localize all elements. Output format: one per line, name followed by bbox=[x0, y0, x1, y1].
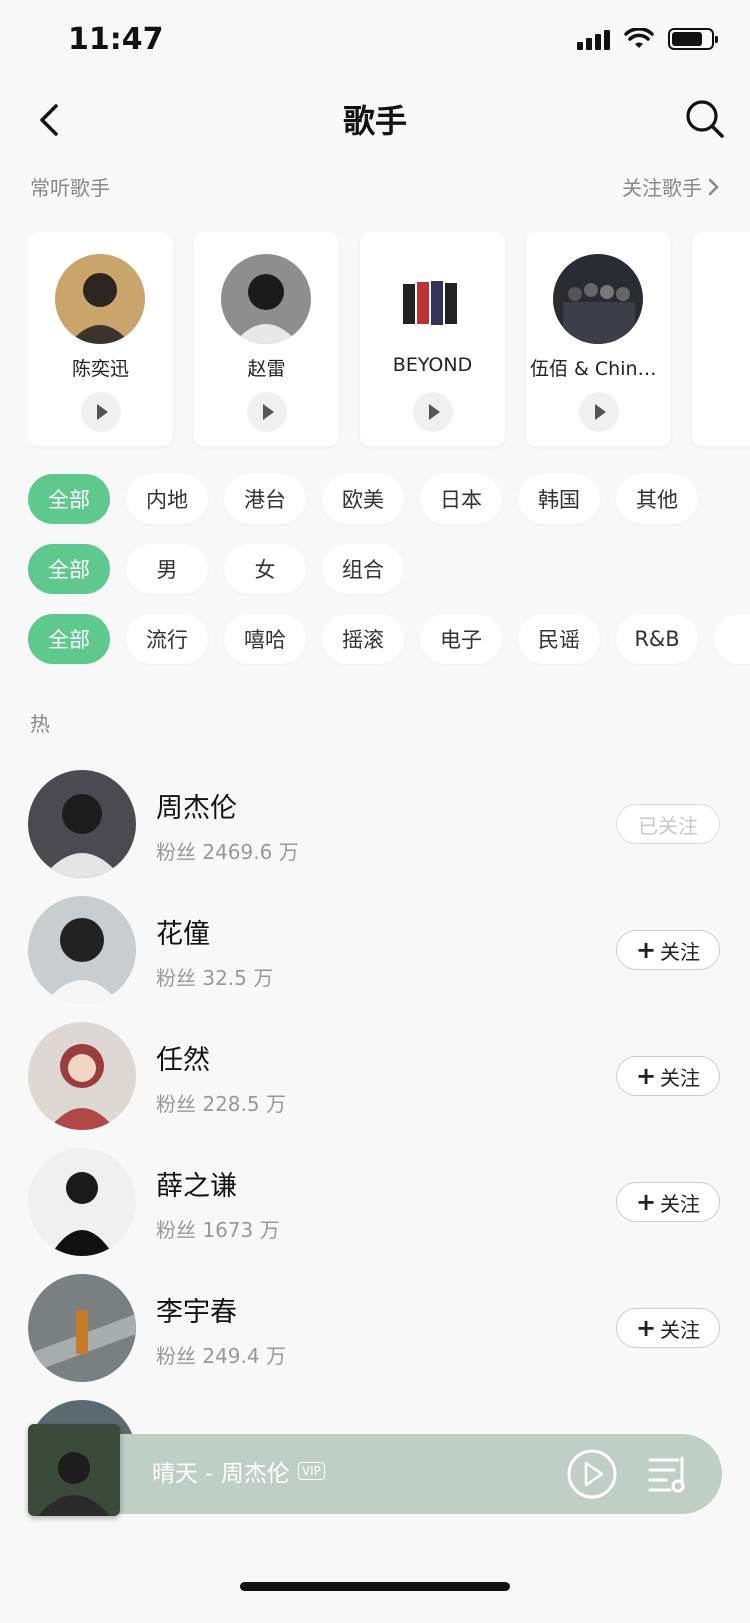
avatar bbox=[28, 770, 136, 878]
filter-chip[interactable]: 全部 bbox=[28, 544, 110, 594]
plus-icon: + bbox=[635, 936, 657, 964]
avatar bbox=[221, 254, 311, 344]
follow-button[interactable]: + 关注 bbox=[616, 1056, 720, 1096]
filter-chip[interactable]: 内地 bbox=[126, 474, 208, 524]
frequent-card[interactable]: 伍佰 & China... bbox=[526, 232, 671, 446]
filter-chip[interactable]: 嘻哈 bbox=[224, 614, 306, 664]
singer-name: 花僮 bbox=[156, 919, 210, 950]
singer-row[interactable]: 花僮 粉丝 32.5 万 + 关注 bbox=[0, 896, 750, 1004]
singer-fans: 粉丝 1673 万 bbox=[156, 1218, 280, 1242]
frequent-card[interactable]: BEYOND bbox=[360, 232, 505, 446]
frequent-header: 常听歌手 关注歌手 bbox=[30, 172, 720, 201]
play-icon[interactable] bbox=[579, 392, 619, 432]
filter-chip[interactable]: R&B bbox=[616, 614, 698, 664]
follow-label: 关注 bbox=[660, 1317, 701, 1342]
filter-chip[interactable]: 韩国 bbox=[518, 474, 600, 524]
frequent-card[interactable]: 赵雷 bbox=[194, 232, 339, 446]
singer-row[interactable]: 薛之谦 粉丝 1673 万 + 关注 bbox=[0, 1148, 750, 1256]
filter-chip[interactable]: 全部 bbox=[28, 614, 110, 664]
nav-bar: 歌手 bbox=[0, 80, 750, 160]
follow-button[interactable]: + 关注 bbox=[616, 1308, 720, 1348]
follow-button[interactable]: + 关注 bbox=[616, 930, 720, 970]
status-bar: 11:47 bbox=[0, 0, 750, 80]
gender-filter: 全部 男 女 组合 bbox=[28, 544, 750, 596]
frequent-name: 陈奕迅 bbox=[71, 358, 129, 380]
singer-row[interactable]: 周杰伦 粉丝 2469.6 万 已关注 bbox=[0, 770, 750, 878]
follow-label: 关注 bbox=[660, 1191, 701, 1216]
follow-label: 关注 bbox=[660, 1065, 701, 1090]
play-icon[interactable] bbox=[247, 392, 287, 432]
avatar bbox=[28, 1148, 136, 1256]
frequent-card[interactable]: 陈奕迅 bbox=[28, 232, 173, 446]
singer-row[interactable]: 李宇春 粉丝 249.4 万 + 关注 bbox=[0, 1274, 750, 1382]
plus-icon: + bbox=[635, 1314, 657, 1342]
follow-button[interactable]: + 关注 bbox=[616, 1182, 720, 1222]
follow-singers-link[interactable]: 关注歌手 bbox=[622, 172, 720, 201]
vip-badge: VIP bbox=[297, 1462, 325, 1480]
filter-chip-partial[interactable] bbox=[714, 614, 750, 664]
plus-icon: + bbox=[635, 1062, 657, 1090]
frequent-singers: 陈奕迅 赵雷 BEYOND 伍佰 & China... bbox=[28, 232, 750, 452]
filter-chip[interactable]: 女 bbox=[224, 544, 306, 594]
filter-chip[interactable]: 其他 bbox=[616, 474, 698, 524]
search-icon[interactable] bbox=[682, 96, 728, 142]
followed-button[interactable]: 已关注 bbox=[616, 804, 720, 844]
now-playing: 晴天 - 周杰伦 VIP bbox=[152, 1454, 325, 1488]
wifi-icon bbox=[624, 28, 654, 48]
follow-singers-label: 关注歌手 bbox=[622, 176, 702, 200]
avatar bbox=[28, 896, 136, 1004]
status-icons bbox=[577, 28, 718, 50]
chevron-right-icon bbox=[708, 178, 719, 195]
signal-icon bbox=[577, 28, 610, 50]
plus-icon: + bbox=[635, 1188, 657, 1216]
page-title: 歌手 bbox=[342, 102, 407, 140]
frequent-name: 伍佰 & China... bbox=[530, 358, 667, 380]
singer-name: 李宇春 bbox=[156, 1297, 237, 1328]
home-indicator bbox=[240, 1582, 510, 1591]
avatar bbox=[55, 254, 145, 344]
album-cover[interactable] bbox=[28, 1424, 120, 1516]
now-playing-title: 晴天 - 周杰伦 bbox=[152, 1461, 290, 1487]
frequent-card-partial[interactable] bbox=[692, 232, 750, 446]
singer-name: 薛之谦 bbox=[156, 1171, 237, 1202]
singer-name: 任然 bbox=[156, 1045, 210, 1076]
region-filter: 全部 内地 港台 欧美 日本 韩国 其他 bbox=[28, 474, 750, 526]
singer-row[interactable]: 任然 粉丝 228.5 万 + 关注 bbox=[0, 1022, 750, 1130]
singer-fans: 粉丝 32.5 万 bbox=[156, 966, 274, 990]
play-icon[interactable] bbox=[81, 392, 121, 432]
avatar bbox=[28, 1274, 136, 1382]
avatar bbox=[553, 254, 643, 344]
singer-name: 周杰伦 bbox=[156, 793, 237, 824]
singer-fans: 粉丝 2469.6 万 bbox=[156, 840, 299, 864]
filter-chip[interactable]: 男 bbox=[126, 544, 208, 594]
filter-chip[interactable]: 全部 bbox=[28, 474, 110, 524]
singer-fans: 粉丝 249.4 万 bbox=[156, 1344, 286, 1368]
frequent-name: BEYOND bbox=[392, 354, 473, 376]
battery-icon bbox=[668, 28, 718, 50]
status-time: 11:47 bbox=[68, 22, 164, 57]
genre-filter: 全部 流行 嘻哈 摇滚 电子 民谣 R&B bbox=[28, 614, 750, 666]
filter-chip[interactable]: 民谣 bbox=[518, 614, 600, 664]
filter-chip[interactable]: 欧美 bbox=[322, 474, 404, 524]
singer-fans: 粉丝 228.5 万 bbox=[156, 1092, 286, 1116]
play-icon[interactable] bbox=[413, 392, 453, 432]
filter-chip[interactable]: 组合 bbox=[322, 544, 404, 594]
filter-chip[interactable]: 电子 bbox=[420, 614, 502, 664]
filter-chip[interactable]: 摇滚 bbox=[322, 614, 404, 664]
filter-chip[interactable]: 港台 bbox=[224, 474, 306, 524]
filter-chip[interactable]: 流行 bbox=[126, 614, 208, 664]
follow-label: 已关注 bbox=[638, 813, 698, 838]
avatar bbox=[387, 254, 477, 344]
frequent-name: 赵雷 bbox=[247, 358, 286, 380]
filter-chip[interactable]: 日本 bbox=[420, 474, 502, 524]
playlist-icon[interactable] bbox=[648, 1454, 690, 1494]
follow-label: 关注 bbox=[660, 939, 701, 964]
frequent-label: 常听歌手 bbox=[30, 176, 110, 200]
avatar bbox=[28, 1022, 136, 1130]
hot-label: 热 bbox=[30, 712, 50, 736]
play-icon[interactable] bbox=[566, 1448, 618, 1500]
